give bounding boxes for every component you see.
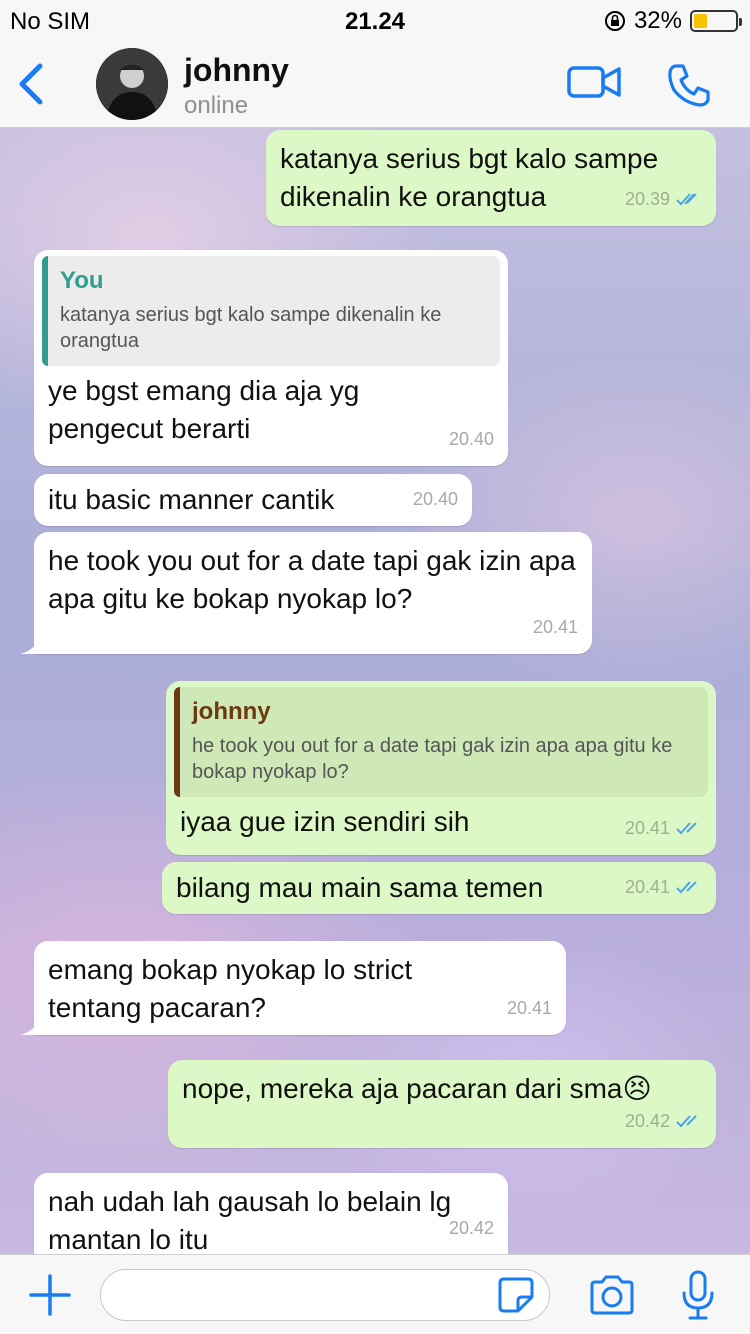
double-check-icon (676, 822, 697, 835)
reply-author: You (60, 267, 104, 294)
reply-text: katanya serius bgt kalo sampe dikenalin … (60, 304, 442, 352)
video-icon[interactable] (566, 62, 622, 102)
contact-name[interactable]: johnny (184, 52, 289, 89)
phone-icon[interactable] (666, 62, 712, 108)
message-time: 20.40 (412, 489, 458, 509)
camera-icon[interactable] (588, 1273, 636, 1317)
chat-header: johnny online (0, 40, 750, 128)
status-bar: No SIM 21.24 32% (0, 0, 750, 40)
message-text: bilang mau main sama temen (176, 872, 544, 903)
message-time: 20.41 (624, 877, 670, 897)
message-outgoing[interactable]: katanya serius bgt kalo sampe dikenalin … (266, 130, 716, 226)
message-meta: 20.41 (533, 608, 578, 646)
message-text: itu basic manner cantik (48, 484, 335, 515)
battery-percent: 32% (633, 7, 682, 34)
message-time: 20.40 (448, 429, 494, 449)
input-bar (0, 1254, 750, 1334)
message-text: he took you out for a date tapi gak izin… (48, 545, 576, 614)
message-time: 20.42 (624, 1111, 670, 1131)
message-input[interactable] (100, 1269, 550, 1321)
plus-icon[interactable] (28, 1273, 72, 1317)
bubble-tail (20, 1013, 44, 1035)
contact-status: online (184, 92, 249, 119)
message-meta: 20.42 (625, 1102, 702, 1140)
chat-area[interactable]: katanya serius bgt kalo sampe dikenalin … (0, 128, 750, 1254)
message-text: iyaa gue izin sendiri sih (180, 806, 470, 837)
message-outgoing[interactable]: bilang mau main sama temen 20.41 (162, 862, 716, 914)
message-outgoing[interactable]: johnny he took you out for a date tapi g… (166, 681, 716, 855)
message-incoming[interactable]: he took you out for a date tapi gak izin… (20, 532, 592, 654)
message-outgoing[interactable]: nope, mereka aja pacaran dari sma😣 20.42 (168, 1060, 716, 1148)
message-text: ye bgst emang dia aja yg pengecut berart… (48, 375, 360, 444)
message-time: 20.39 (624, 189, 670, 209)
double-check-icon (676, 881, 697, 894)
message-time: 20.41 (506, 998, 552, 1018)
message-incoming[interactable]: itu basic manner cantik 20.40 (34, 474, 472, 526)
message-time: 20.42 (448, 1218, 494, 1238)
reply-text: he took you out for a date tapi gak izin… (192, 735, 673, 783)
message-incoming[interactable]: nah udah lah gausah lo belain lg mantan … (34, 1173, 508, 1254)
reply-author: johnny (192, 698, 271, 725)
avatar[interactable] (96, 48, 168, 120)
message-time: 20.41 (532, 617, 578, 637)
reply-quote[interactable]: You katanya serius bgt kalo sampe dikena… (42, 256, 500, 366)
message-meta: 20.39 (625, 180, 702, 218)
microphone-icon[interactable] (680, 1269, 716, 1321)
message-meta: 20.42 (449, 1209, 494, 1247)
status-right: 32% (604, 7, 742, 35)
message-incoming[interactable]: You katanya serius bgt kalo sampe dikena… (34, 250, 508, 466)
message-incoming[interactable]: emang bokap nyokap lo strict tentang pac… (20, 941, 566, 1035)
double-check-icon (676, 193, 697, 206)
bubble-tail (20, 632, 44, 654)
message-time: 20.41 (624, 818, 670, 838)
chevron-left-icon[interactable] (14, 60, 50, 108)
battery-icon (690, 10, 742, 32)
sticker-icon[interactable] (496, 1275, 536, 1315)
message-text: nah udah lah gausah lo belain lg mantan … (48, 1186, 452, 1254)
message-meta: 20.41 (507, 989, 552, 1027)
double-check-icon (676, 1115, 697, 1128)
message-text: emang bokap nyokap lo strict tentang pac… (48, 954, 413, 1023)
message-meta: 20.40 (449, 420, 494, 458)
orientation-lock-icon (604, 11, 625, 31)
avatar-image (96, 48, 168, 120)
message-meta: 20.41 (625, 809, 702, 847)
message-meta: 20.40 (413, 480, 458, 518)
message-meta: 20.41 (625, 868, 702, 906)
reply-quote[interactable]: johnny he took you out for a date tapi g… (174, 687, 708, 797)
battery-fill (694, 14, 707, 28)
